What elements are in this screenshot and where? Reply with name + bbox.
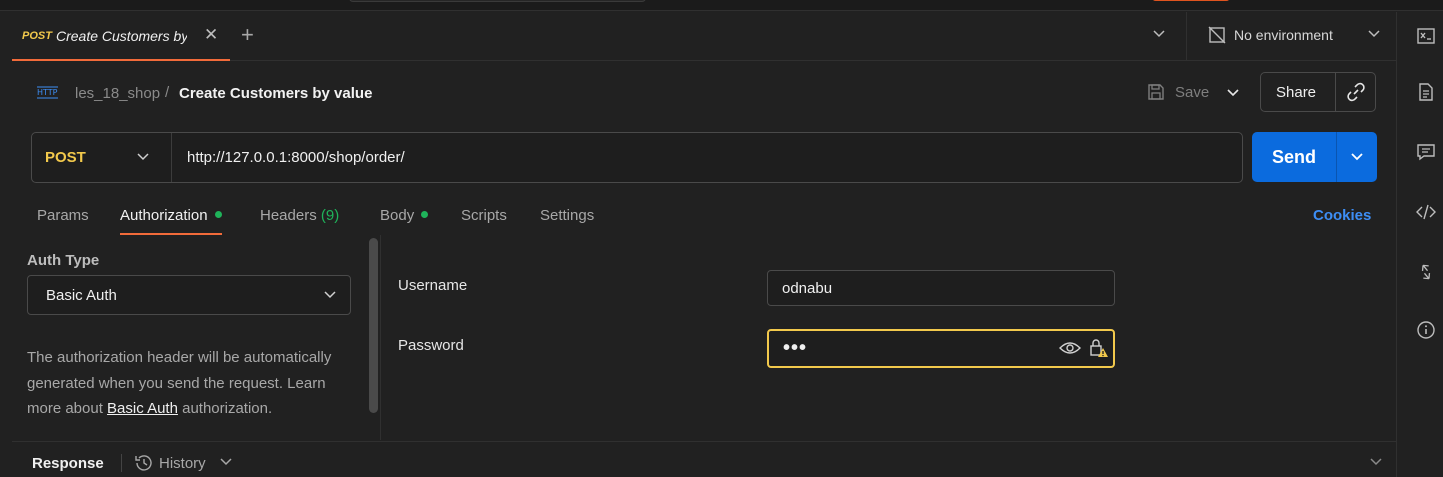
url-bar: POST http://127.0.0.1:8000/shop/order/ — [31, 132, 1243, 183]
tab-scripts[interactable]: Scripts — [461, 207, 507, 235]
tab-label: Authorization — [120, 207, 208, 224]
username-label: Username — [398, 277, 468, 294]
breadcrumb-separator: / — [165, 84, 170, 101]
expand-response-icon[interactable] — [1369, 454, 1383, 471]
auth-type-value: Basic Auth — [46, 287, 117, 304]
auth-description: The authorization header will be automat… — [27, 345, 355, 422]
cookies-link[interactable]: Cookies — [1313, 207, 1371, 224]
url-input[interactable]: http://127.0.0.1:8000/shop/order/ — [187, 149, 405, 166]
breadcrumb-parent[interactable]: les_18_shop — [75, 85, 160, 102]
chevron-down-icon — [322, 286, 338, 305]
send-label: Send — [1272, 147, 1317, 167]
right-sidebar — [1396, 12, 1443, 477]
scrollbar[interactable] — [369, 238, 378, 413]
related-collections-icon[interactable] — [1416, 262, 1438, 284]
save-label: Save — [1175, 84, 1210, 101]
svg-text:HTTP: HTTP — [37, 88, 58, 97]
auth-type-pane: Auth Type Basic Auth The authorization h… — [27, 250, 357, 440]
link-icon[interactable] — [1345, 81, 1367, 106]
tab-label: Settings — [540, 207, 595, 224]
username-field[interactable]: odnabu — [767, 270, 1115, 306]
close-icon[interactable]: ✕ — [204, 25, 218, 45]
no-environment-icon — [1207, 25, 1227, 48]
auth-description-suffix: authorization. — [177, 400, 273, 417]
comment-icon[interactable] — [1416, 142, 1438, 164]
password-label: Password — [398, 337, 464, 354]
chevron-down-icon — [219, 454, 233, 471]
divider — [171, 133, 172, 182]
http-icon: HTTP — [36, 84, 60, 105]
auth-type-label: Auth Type — [27, 252, 100, 269]
history-icon — [134, 453, 154, 476]
tab-params[interactable]: Params — [37, 207, 89, 235]
environment-selector[interactable]: No environment — [1204, 24, 1384, 48]
tab-authorization[interactable]: Authorization — [120, 207, 222, 235]
request-tab[interactable]: POST Create Customers by value ✕ — [12, 12, 230, 61]
variables-icon[interactable] — [1416, 26, 1438, 48]
lock-warning-icon[interactable] — [1089, 338, 1109, 361]
tab-method: POST — [22, 30, 52, 42]
active-indicator-dot — [421, 211, 429, 218]
search-bar[interactable] — [349, 0, 646, 2]
tab-settings[interactable]: Settings — [540, 207, 594, 235]
send-button[interactable]: Send — [1252, 132, 1377, 182]
tab-headers[interactable]: Headers (9) — [260, 207, 339, 235]
tab-body[interactable]: Body — [380, 207, 429, 235]
save-options-chevron-icon[interactable] — [1224, 83, 1242, 104]
username-value: odnabu — [782, 280, 833, 297]
tab-label: Body — [380, 207, 415, 224]
page-title[interactable]: Create Customers by value — [179, 85, 372, 102]
response-label[interactable]: Response — [32, 455, 104, 472]
save-button[interactable]: Save — [1146, 80, 1216, 106]
share-button[interactable]: Share — [1260, 72, 1376, 112]
divider — [380, 235, 381, 440]
headers-count: (9) — [320, 207, 340, 224]
request-tabs: Params Authorization Headers (9) Body Sc… — [37, 205, 1377, 235]
info-icon[interactable] — [1416, 320, 1438, 342]
password-value: ••• — [783, 337, 808, 359]
basic-auth-link[interactable]: Basic Auth — [107, 400, 178, 417]
auth-type-select[interactable]: Basic Auth — [27, 275, 351, 315]
divider — [1335, 73, 1336, 111]
chevron-down-icon[interactable] — [1152, 26, 1166, 43]
tab-title: Create Customers by value — [56, 28, 187, 44]
tab-bar: POST Create Customers by value ✕ + No en… — [12, 12, 1397, 61]
divider — [121, 454, 122, 472]
response-bar: Response History — [12, 441, 1396, 477]
top-strip — [0, 0, 1443, 11]
eye-icon[interactable] — [1059, 340, 1081, 359]
tab-label: Scripts — [461, 207, 507, 224]
password-field[interactable]: ••• — [767, 329, 1115, 368]
environment-label: No environment — [1234, 27, 1333, 43]
new-tab-icon[interactable]: + — [241, 22, 254, 48]
save-icon — [1146, 82, 1166, 105]
chevron-down-icon[interactable] — [1349, 148, 1365, 167]
upgrade-button[interactable] — [1152, 0, 1230, 1]
chevron-down-icon — [1367, 26, 1381, 43]
chevron-down-icon[interactable] — [135, 148, 151, 167]
history-label: History — [159, 455, 206, 472]
share-label: Share — [1276, 84, 1317, 101]
tab-label: Params — [37, 207, 89, 224]
divider — [1336, 132, 1337, 182]
active-indicator-dot — [214, 211, 222, 218]
document-icon[interactable] — [1416, 82, 1438, 104]
tab-label: Headers — [260, 207, 317, 224]
method-select[interactable]: POST — [45, 149, 86, 166]
divider — [1186, 12, 1187, 61]
code-icon[interactable] — [1416, 202, 1438, 224]
